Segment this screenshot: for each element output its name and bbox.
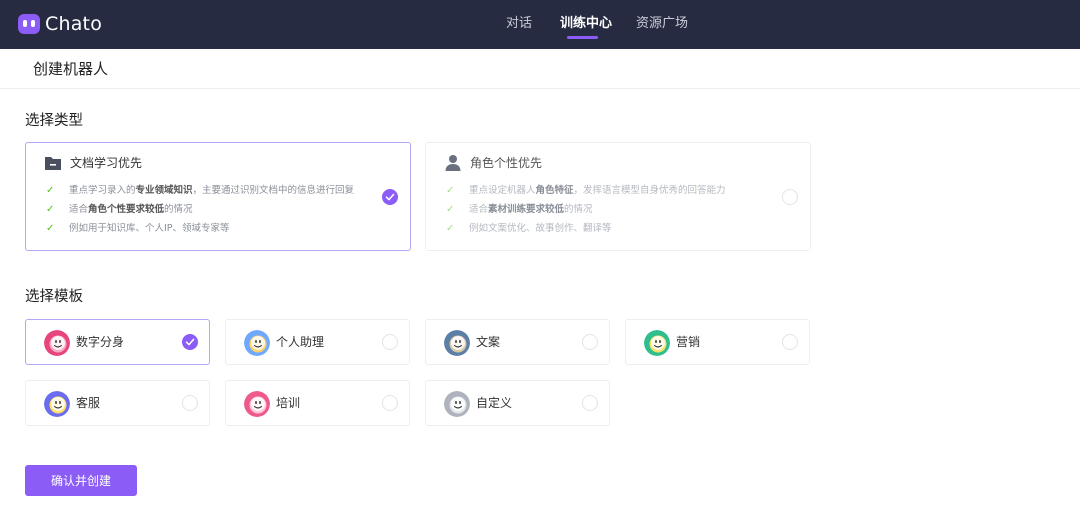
type-card-bullet: ✓ 适合 素材训练要求较低 的情况 (446, 204, 593, 215)
nav-item-chat[interactable]: 对话 (506, 16, 532, 32)
template-radio[interactable] (382, 395, 398, 411)
template-label: 培训 (276, 396, 301, 410)
main-nav: 对话 训练中心 资源广场 (0, 0, 1080, 49)
check-icon: ✓ (46, 223, 55, 234)
active-tab-indicator (567, 36, 598, 39)
type-card-bullet: ✓ 重点设定机器人 角色特征 ，发挥语言模型自身优秀的回答能力 (446, 185, 726, 196)
type-card-bullet: ✓ 重点学习录入的 专业领域知识 ，主要通过识别文档中的信息进行回复 (46, 185, 355, 196)
check-icon: ✓ (46, 185, 55, 196)
template-radio[interactable] (582, 334, 598, 350)
template-radio[interactable] (182, 395, 198, 411)
type-radio[interactable] (782, 189, 798, 205)
page-title: 创建机器人 (33, 60, 109, 78)
template-avatar-icon (444, 391, 470, 417)
check-icon: ✓ (446, 223, 455, 234)
template-label: 客服 (76, 396, 101, 410)
type-card-title: 角色个性优先 (470, 156, 543, 170)
template-label: 个人助理 (276, 335, 325, 349)
template-avatar-icon (244, 391, 270, 417)
section-title-template: 选择模板 (25, 289, 83, 305)
type-card-bullet: ✓ 适合 角色个性要求较低 的情况 (46, 204, 193, 215)
template-card[interactable]: 文案 (425, 319, 610, 365)
nav-item-resource-square[interactable]: 资源广场 (636, 16, 688, 32)
nav-item-training-center[interactable]: 训练中心 (560, 16, 612, 32)
folder-icon (45, 157, 61, 170)
template-card[interactable]: 培训 (225, 380, 410, 426)
template-card[interactable]: 数字分身 (25, 319, 210, 365)
checkmark-icon (385, 193, 395, 201)
type-card-bullet: ✓ 例如文案优化、故事创作、翻译等 (446, 223, 612, 234)
type-card-bullet: ✓ 例如用于知识库、个人IP、领域专家等 (46, 223, 230, 234)
template-avatar-icon (644, 330, 670, 356)
template-radio[interactable] (782, 334, 798, 350)
template-avatar-icon (244, 330, 270, 356)
check-icon: ✓ (46, 204, 55, 215)
confirm-create-button[interactable]: 确认并创建 (25, 465, 137, 496)
type-card-title: 文档学习优先 (70, 156, 143, 170)
template-card[interactable]: 营销 (625, 319, 810, 365)
section-title-type: 选择类型 (25, 113, 83, 129)
type-radio-selected[interactable] (382, 189, 398, 205)
checkmark-icon (185, 338, 195, 346)
page-header: 创建机器人 (0, 49, 1080, 89)
type-card-role-personality[interactable]: 角色个性优先 ✓ 重点设定机器人 角色特征 ，发挥语言模型自身优秀的回答能力 ✓ 适… (425, 142, 811, 251)
template-radio-selected[interactable] (182, 334, 198, 350)
template-label: 自定义 (476, 396, 513, 410)
template-radio[interactable] (382, 334, 398, 350)
template-label: 数字分身 (76, 335, 125, 349)
template-card[interactable]: 自定义 (425, 380, 610, 426)
template-label: 文案 (476, 335, 501, 349)
template-avatar-icon (44, 330, 70, 356)
template-card[interactable]: 个人助理 (225, 319, 410, 365)
type-card-document-learning[interactable]: 文档学习优先 ✓ 重点学习录入的 专业领域知识 ，主要通过识别文档中的信息进行回复 … (25, 142, 411, 251)
check-icon: ✓ (446, 185, 455, 196)
person-icon (445, 155, 461, 171)
top-navbar: Chato 对话 训练中心 资源广场 (0, 0, 1080, 49)
template-radio[interactable] (582, 395, 598, 411)
template-avatar-icon (444, 330, 470, 356)
template-card[interactable]: 客服 (25, 380, 210, 426)
check-icon: ✓ (446, 204, 455, 215)
template-label: 营销 (676, 335, 701, 349)
template-avatar-icon (44, 391, 70, 417)
